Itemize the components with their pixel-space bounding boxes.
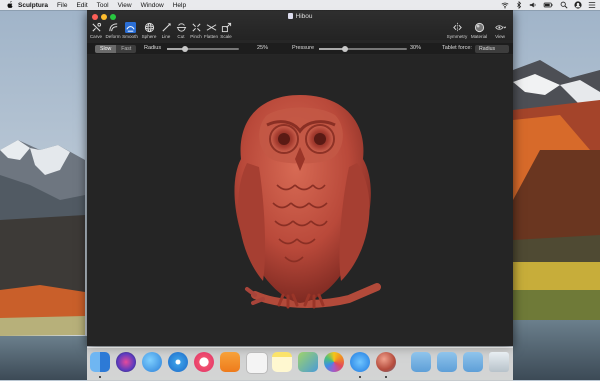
menu-app-name[interactable]: Sculptura [18,2,48,9]
tool-scale-label: Scale [220,34,232,39]
bluetooth-icon[interactable] [515,1,523,9]
pressure-value: 30% [410,45,422,51]
tool-view[interactable]: View [490,22,510,39]
tablet-force-dropdown[interactable]: Radius [475,44,509,53]
speed-mode-segmented-control: Slow Fast [95,44,137,53]
window-toolbar: Hibou Carve Deform Smooth Sphere Line Cu… [87,10,513,40]
photos-icon[interactable] [324,352,344,372]
safari-icon[interactable] [168,352,188,372]
tool-smooth-label: Smooth [122,34,138,39]
textedit-icon[interactable] [246,352,268,374]
flatten-icon [206,24,216,31]
finder-icon[interactable] [90,352,110,372]
menu-extras [501,1,596,9]
tool-symmetry[interactable]: Symmetry [445,22,469,39]
radius-label: Radius [144,45,162,51]
messages-icon[interactable] [142,352,162,372]
downloads-folder-icon[interactable] [463,352,483,372]
smooth-icon [124,22,136,33]
radius-value: 25% [257,45,269,51]
symmetry-icon [452,22,462,33]
tool-material-label: Material [470,34,488,39]
pressure-label: Pressure [292,45,315,51]
spotlight-icon[interactable] [560,1,568,9]
app-store-icon[interactable] [350,352,370,372]
radius-slider[interactable] [167,45,239,52]
menu-help[interactable]: Help [173,2,186,9]
apple-icon[interactable] [6,1,14,9]
tool-smooth[interactable]: Smooth [120,22,140,39]
ibooks-icon[interactable] [220,352,240,372]
scale-icon [221,22,231,33]
running-indicator [359,376,361,378]
tool-view-label: View [495,34,505,39]
tool-scale[interactable]: Scale [216,22,236,39]
tool-symmetry-label: Symmetry [446,34,468,39]
itunes-icon[interactable] [194,352,214,372]
mode-fast-button[interactable]: Fast [116,44,137,53]
brush-options-bar: Slow Fast Radius 25% Pressure 30% Tablet… [87,43,513,54]
radius-slider-knob[interactable] [182,45,188,52]
menu-file[interactable]: File [57,2,67,9]
sculptura-icon[interactable] [376,352,396,372]
wifi-icon[interactable] [501,1,509,9]
pressure-slider[interactable] [319,45,407,52]
menu-view[interactable]: View [118,2,132,9]
running-indicator [385,376,387,378]
running-indicator [99,376,101,378]
pressure-slider-knob[interactable] [342,45,349,52]
siri-icon[interactable] [116,352,136,372]
menu-tool[interactable]: Tool [97,2,109,9]
tool-material[interactable]: Material [468,22,490,39]
menu-edit[interactable]: Edit [76,2,87,9]
notes-icon[interactable] [272,352,292,372]
line-icon [161,23,171,32]
menu-bar: Sculptura File Edit Tool View Window Hel… [0,0,600,10]
deform-icon [108,23,117,32]
applications-folder-icon[interactable] [411,352,431,372]
sculpt-viewport[interactable] [87,55,513,346]
window-title: Hibou [87,13,513,20]
tablet-force-label: Tablet force: [442,45,472,51]
cut-icon [176,23,186,32]
menu-window[interactable]: Window [141,2,164,9]
user-icon[interactable] [574,1,582,9]
sculptura-window: Hibou Carve Deform Smooth Sphere Line Cu… [87,10,513,346]
preview-icon[interactable] [298,352,318,372]
document-icon [287,13,293,19]
carve-icon [91,22,101,32]
window-title-text: Hibou [295,13,313,20]
volume-icon[interactable] [529,1,537,9]
sphere-icon [144,22,154,33]
material-icon [474,22,484,33]
documents-folder-icon[interactable] [437,352,457,372]
menu-list-icon[interactable] [588,1,596,9]
battery-icon[interactable] [543,1,554,9]
view-icon [494,25,506,30]
owl-sculpture-model[interactable] [87,55,513,346]
pinch-icon [191,23,201,32]
mode-slow-button[interactable]: Slow [95,44,117,53]
dock [87,347,513,381]
trash-icon[interactable] [489,352,509,372]
